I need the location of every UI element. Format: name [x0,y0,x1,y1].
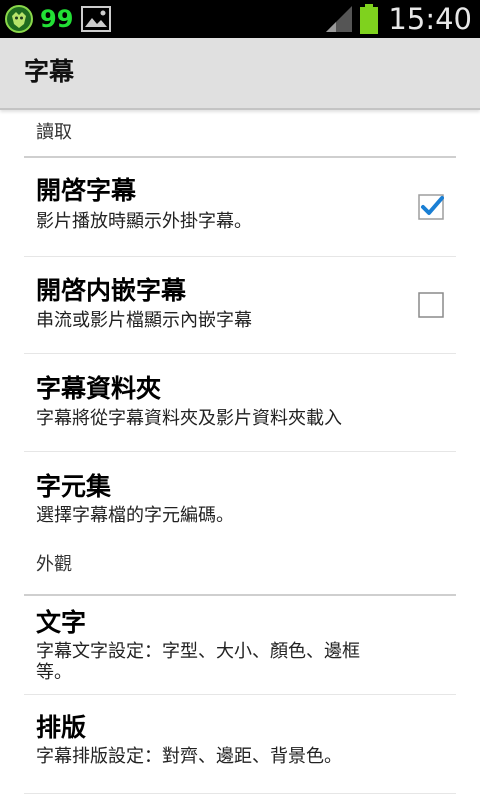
checkbox-checked-icon [418,194,444,220]
battery-icon [360,4,379,34]
category-header-read: 讀取 [0,110,480,158]
pref-summary: 選擇字幕檔的字元編碼。 [36,505,234,526]
pref-title: 排版 [36,713,87,742]
signal-icon [326,6,353,32]
pref-title: 字元集 [36,472,112,501]
lion-app-icon [5,5,33,33]
gallery-icon [81,6,112,32]
page-title: 字幕 [24,57,75,86]
pref-summary: 字幕將從字幕資料夾及影片資料夾載入 [36,408,342,429]
category-header-appearance: 外觀 [0,548,480,596]
pref-subtitle-folder[interactable]: 字幕資料夾 字幕將從字幕資料夾及影片資料夾載入 [24,354,456,452]
enable-subtitles-checkbox[interactable] [418,194,444,220]
pref-text[interactable]: 文字 字幕文字設定：字型、大小、顏色、邊框 等。 [24,596,456,695]
enable-embedded-subtitles-checkbox[interactable] [418,292,444,318]
pref-title: 開啓内嵌字幕 [36,276,187,305]
pref-summary-line2: 等。 [36,662,72,683]
pref-title: 開啓字幕 [36,176,137,205]
checkbox-unchecked-icon [418,292,444,318]
pref-summary: 串流或影片檔顯示內嵌字幕 [36,310,252,331]
action-bar: 字幕 [0,38,480,110]
pref-enable-embedded-subtitles[interactable]: 開啓内嵌字幕 串流或影片檔顯示內嵌字幕 [24,257,456,354]
pref-title: 字幕資料夾 [36,374,162,403]
category-label: 外觀 [36,554,72,575]
status-bar-left: 99 [4,4,112,34]
pref-title: 文字 [36,608,87,637]
status-bar-right: 15:40 [324,2,472,36]
preference-list: 讀取 開啓字幕 影片播放時顯示外掛字幕。 開啓内嵌字幕 串流或影片檔顯示內嵌字幕… [0,110,480,794]
pref-summary-line1: 字幕文字設定：字型、大小、顏色、邊框 [36,641,360,662]
pref-charset[interactable]: 字元集 選擇字幕檔的字元編碼。 [24,452,456,548]
pref-summary: 影片播放時顯示外掛字幕。 [36,211,252,232]
clock: 15:40 [388,2,472,36]
pref-summary: 字幕排版設定：對齊、邊距、背景色。 [36,746,342,767]
status-bar: 99 15:40 [0,0,480,38]
pref-layout[interactable]: 排版 字幕排版設定：對齊、邊距、背景色。 [24,695,456,794]
category-label: 讀取 [36,122,72,143]
pref-enable-subtitles[interactable]: 開啓字幕 影片播放時顯示外掛字幕。 [24,158,456,257]
battery-percent: 99 [40,5,74,33]
